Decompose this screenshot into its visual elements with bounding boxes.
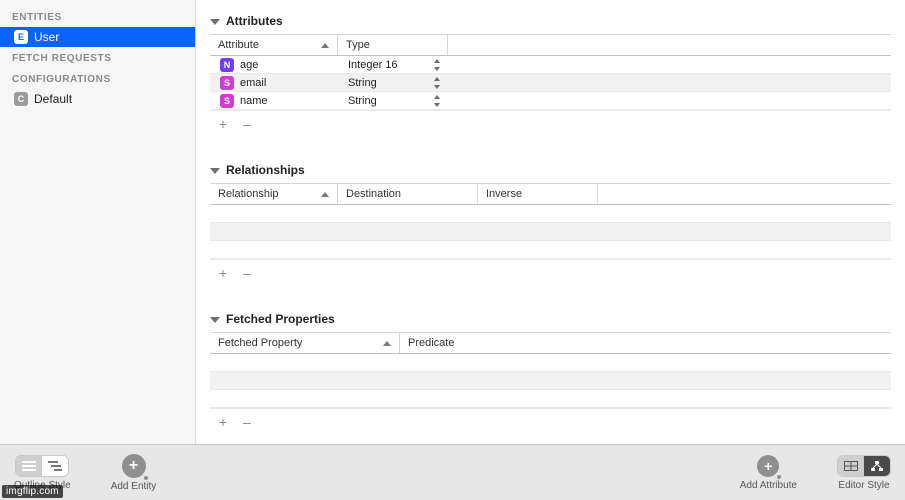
entity-badge-icon: E bbox=[14, 30, 28, 44]
attribute-type-cell[interactable]: String bbox=[340, 93, 450, 109]
sidebar-item-label: Default bbox=[34, 92, 72, 106]
table-row[interactable] bbox=[210, 223, 891, 241]
popup-arrows-icon bbox=[432, 95, 442, 107]
fetched-properties-table: Fetched Property Predicate bbox=[210, 332, 891, 409]
string-type-badge-icon: S bbox=[220, 94, 234, 108]
sidebar-item-user[interactable]: E User bbox=[0, 27, 195, 47]
table-body bbox=[210, 354, 891, 408]
add-fetched-property-row-button[interactable]: + bbox=[216, 415, 230, 429]
table-row[interactable] bbox=[210, 205, 891, 223]
sidebar-section-fetch-requests: FETCH REQUESTS bbox=[0, 47, 195, 68]
outline-style-segmented[interactable] bbox=[15, 455, 69, 477]
sidebar-section-entities: ENTITIES bbox=[0, 6, 195, 27]
sidebar-item-default[interactable]: C Default bbox=[0, 89, 195, 109]
disclosure-triangle-icon bbox=[210, 168, 220, 174]
attributes-table: Attribute Type N age bbox=[210, 34, 891, 111]
editor-style-group: Editor Style bbox=[837, 455, 891, 491]
table-header: Fetched Property Predicate bbox=[210, 333, 891, 354]
column-header-relationship[interactable]: Relationship bbox=[210, 184, 338, 204]
table-row[interactable] bbox=[210, 390, 891, 408]
sort-ascending-icon bbox=[321, 192, 329, 197]
editor-style-segmented[interactable] bbox=[837, 455, 891, 477]
table-row[interactable]: S email String bbox=[210, 74, 891, 92]
column-header-type[interactable]: Type bbox=[338, 35, 448, 55]
section-title: Attributes bbox=[226, 14, 283, 28]
add-remove-bar: + – bbox=[210, 260, 891, 290]
section-header-attributes[interactable]: Attributes bbox=[210, 6, 891, 34]
editor-graph-icon[interactable] bbox=[864, 456, 890, 476]
add-remove-bar: + – bbox=[210, 409, 891, 439]
attribute-type-cell[interactable]: String bbox=[340, 75, 450, 91]
watermark: imgflip.com bbox=[2, 485, 63, 498]
fetched-properties-section: Fetched Properties Fetched Property Pred… bbox=[210, 304, 891, 439]
add-entity-group: + Add Entity bbox=[111, 454, 157, 492]
outline-hierarchy-icon[interactable] bbox=[42, 456, 68, 476]
section-title: Fetched Properties bbox=[226, 312, 335, 326]
attribute-name-cell[interactable]: N age bbox=[212, 56, 340, 74]
string-type-badge-icon: S bbox=[220, 76, 234, 90]
add-attribute-row-button[interactable]: + bbox=[216, 117, 230, 131]
attribute-type-cell[interactable]: Integer 16 bbox=[340, 57, 450, 73]
disclosure-triangle-icon bbox=[210, 19, 220, 25]
table-body bbox=[210, 205, 891, 259]
table-row[interactable]: S name String bbox=[210, 92, 891, 110]
column-header-spacer bbox=[448, 35, 891, 55]
table-row[interactable] bbox=[210, 241, 891, 259]
column-header-predicate[interactable]: Predicate bbox=[400, 333, 891, 353]
column-header-spacer bbox=[598, 184, 891, 204]
add-attribute-group: + Add Attribute bbox=[740, 455, 797, 491]
table-header: Relationship Destination Inverse bbox=[210, 184, 891, 205]
popup-arrows-icon bbox=[432, 77, 442, 89]
table-row[interactable] bbox=[210, 372, 891, 390]
dropdown-indicator-icon bbox=[143, 475, 149, 481]
disclosure-triangle-icon bbox=[210, 317, 220, 323]
sort-ascending-icon bbox=[383, 341, 391, 346]
remove-relationship-row-button[interactable]: – bbox=[240, 266, 254, 280]
sidebar-section-configurations: CONFIGURATIONS bbox=[0, 68, 195, 89]
add-attribute-button[interactable]: + bbox=[757, 455, 779, 477]
column-header-inverse[interactable]: Inverse bbox=[478, 184, 598, 204]
column-header-destination[interactable]: Destination bbox=[338, 184, 478, 204]
popup-arrows-icon bbox=[432, 59, 442, 71]
configuration-badge-icon: C bbox=[14, 92, 28, 106]
attributes-section: Attributes Attribute Type N bbox=[210, 6, 891, 141]
add-remove-bar: + – bbox=[210, 111, 891, 141]
section-header-fetched-properties[interactable]: Fetched Properties bbox=[210, 304, 891, 332]
toolbar-label: Editor Style bbox=[838, 480, 889, 491]
relationships-section: Relationships Relationship Destination I… bbox=[210, 155, 891, 290]
table-row[interactable]: N age Integer 16 bbox=[210, 56, 891, 74]
section-title: Relationships bbox=[226, 163, 305, 177]
toolbar-label: Add Attribute bbox=[740, 480, 797, 491]
bottom-toolbar: Outline Style + Add Entity + Add Attribu… bbox=[0, 444, 905, 500]
main-content: Attributes Attribute Type N bbox=[196, 0, 905, 444]
remove-fetched-property-row-button[interactable]: – bbox=[240, 415, 254, 429]
attribute-name-cell[interactable]: S name bbox=[212, 92, 340, 110]
table-header: Attribute Type bbox=[210, 35, 891, 56]
dropdown-indicator-icon bbox=[776, 474, 782, 480]
outline-list-icon[interactable] bbox=[16, 456, 42, 476]
column-header-attribute[interactable]: Attribute bbox=[210, 35, 338, 55]
sort-ascending-icon bbox=[321, 43, 329, 48]
table-row[interactable] bbox=[210, 354, 891, 372]
sidebar-item-label: User bbox=[34, 30, 59, 44]
column-header-fetched-property[interactable]: Fetched Property bbox=[210, 333, 400, 353]
editor-table-icon[interactable] bbox=[838, 456, 864, 476]
add-relationship-row-button[interactable]: + bbox=[216, 266, 230, 280]
add-entity-button[interactable]: + bbox=[122, 454, 146, 478]
relationships-table: Relationship Destination Inverse bbox=[210, 183, 891, 260]
number-type-badge-icon: N bbox=[220, 58, 234, 72]
remove-attribute-row-button[interactable]: – bbox=[240, 117, 254, 131]
attribute-name-cell[interactable]: S email bbox=[212, 74, 340, 92]
toolbar-label: Add Entity bbox=[111, 481, 157, 492]
section-header-relationships[interactable]: Relationships bbox=[210, 155, 891, 183]
sidebar: ENTITIES E User FETCH REQUESTS CONFIGURA… bbox=[0, 0, 196, 444]
table-body: N age Integer 16 S email bbox=[210, 56, 891, 110]
